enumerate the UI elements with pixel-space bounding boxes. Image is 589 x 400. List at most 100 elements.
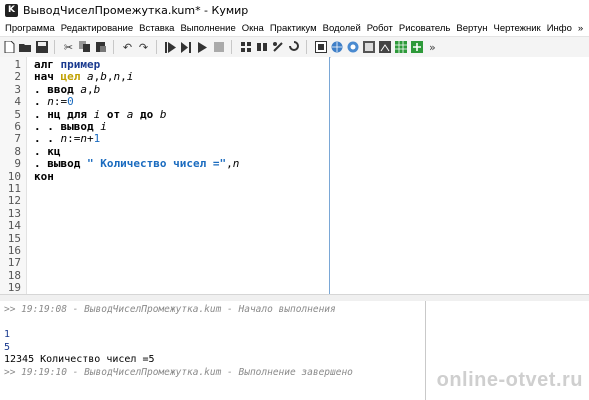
code-line[interactable]: 13	[0, 207, 329, 220]
punctuation: .	[34, 120, 41, 133]
copy-icon[interactable]	[78, 41, 91, 54]
cut-icon[interactable]: ✂	[62, 41, 75, 54]
code-text: кон	[34, 170, 54, 183]
punctuation: ,	[87, 82, 94, 96]
editor-side-pane	[331, 57, 589, 294]
graph-icon[interactable]	[378, 41, 391, 54]
punctuation: .	[34, 157, 41, 171]
keyword: ввод	[47, 82, 74, 96]
variable: n	[232, 157, 240, 171]
code-line[interactable]: 12	[0, 194, 329, 208]
punctuation: .	[47, 120, 54, 133]
punctuation: :	[67, 132, 74, 146]
code-line[interactable]: 19	[0, 281, 329, 294]
punctuation: ,	[226, 157, 233, 171]
globe-icon[interactable]	[330, 41, 343, 54]
robot-icon[interactable]	[239, 41, 252, 54]
run-icon[interactable]	[164, 41, 177, 54]
menu-run[interactable]: Выполнение	[177, 23, 238, 34]
step-over-icon[interactable]	[180, 41, 193, 54]
stop-icon[interactable]	[212, 41, 225, 54]
menu-painter[interactable]: Рисователь	[396, 23, 454, 34]
drawer-icon[interactable]	[271, 41, 284, 54]
menu-practicum[interactable]: Практикум	[267, 23, 320, 34]
console-info-line: >> 19:19:08 - ВыводЧиселПромежутка.kum -…	[4, 304, 336, 315]
string-literal: " Количество чисел ="	[87, 157, 227, 171]
open-folder-icon[interactable]	[19, 41, 32, 54]
save-icon[interactable]	[35, 41, 48, 54]
algorithm-name: пример	[60, 58, 101, 71]
map-icon[interactable]	[346, 41, 359, 54]
code-line[interactable]: 10 кон	[0, 170, 329, 183]
toolbar-separator	[156, 40, 157, 54]
menu-info[interactable]: Инфо	[544, 23, 575, 34]
undo-icon[interactable]: ↶	[121, 41, 134, 54]
toolbar-separator	[54, 40, 55, 54]
variable: i	[100, 120, 107, 133]
toolbar-separator	[113, 40, 114, 54]
code-line[interactable]: 14	[0, 219, 329, 232]
punctuation: .	[47, 132, 54, 146]
kumir-app-icon: K	[5, 3, 18, 17]
code-editor[interactable]: 1 алг пример 2 нач цел a,b,n,i 3. ввод a,b 4.…	[0, 57, 330, 294]
console-input-line: 1	[4, 329, 11, 340]
line-number: 2	[14, 70, 21, 84]
line-number: 12	[7, 194, 21, 208]
variable: a	[80, 82, 87, 96]
output-console[interactable]: >> 19:19:08 - ВыводЧиселПромежутка.kum -…	[0, 301, 426, 400]
punctuation: ,	[120, 70, 127, 84]
title-bar: K ВыводЧиселПромежутка.kum* - Кумир	[0, 0, 589, 20]
code-line[interactable]: 11	[0, 182, 329, 195]
menu-robot[interactable]: Робот	[364, 23, 396, 34]
menu-bar: Программа Редактирование Вставка Выполне…	[0, 20, 589, 36]
green-plus-grid-icon[interactable]	[410, 41, 423, 54]
variable: b	[100, 70, 107, 84]
keyword: вывод	[47, 157, 81, 171]
step-into-icon[interactable]	[196, 41, 209, 54]
punctuation: .	[34, 144, 41, 158]
number-literal: 0	[67, 95, 74, 109]
toolbar: ✂ ↶ ↷ »	[0, 36, 589, 58]
menu-edit[interactable]: Редактирование	[58, 23, 136, 34]
menu-more[interactable]: »	[575, 23, 586, 34]
menu-program[interactable]: Программа	[0, 23, 58, 34]
menu-turtle[interactable]: Вертун	[453, 23, 490, 34]
code-line[interactable]: 18	[0, 269, 329, 282]
window-title: ВыводЧиселПромежутка.kum* - Кумир	[23, 3, 249, 17]
redo-icon[interactable]: ↷	[137, 41, 150, 54]
toolbar-more-button[interactable]: »	[429, 41, 436, 54]
punctuation: .	[34, 82, 41, 96]
green-grid-icon[interactable]	[394, 41, 407, 54]
variable: n	[47, 95, 54, 109]
punctuation: .	[34, 132, 41, 146]
code-line[interactable]: 17	[0, 256, 329, 270]
variable: b	[159, 107, 167, 121]
type-keyword: цел	[60, 70, 81, 84]
line-number: 17	[7, 256, 21, 270]
grid-icon[interactable]	[314, 41, 327, 54]
toolbar-separator	[306, 40, 307, 54]
punctuation: .	[34, 95, 41, 109]
menu-waterman[interactable]: Водолей	[320, 23, 364, 34]
waterman-icon[interactable]	[255, 41, 268, 54]
menu-windows[interactable]: Окна	[239, 23, 267, 34]
console-input-line: 5	[4, 341, 11, 353]
menu-drawer[interactable]: Чертежник	[491, 23, 544, 34]
console-info-line: >> 19:19:10 - ВыводЧиселПромежутка.kum -…	[4, 366, 353, 378]
code-line[interactable]: 15	[0, 232, 329, 245]
punctuation: :	[53, 95, 61, 109]
code-line[interactable]: 16	[0, 244, 329, 257]
board-icon[interactable]	[362, 41, 375, 54]
menu-insert[interactable]: Вставка	[136, 23, 177, 34]
punctuation: .	[34, 107, 41, 121]
new-file-icon[interactable]	[3, 41, 16, 54]
paste-icon[interactable]	[94, 41, 107, 54]
turtle-icon[interactable]	[287, 41, 300, 54]
